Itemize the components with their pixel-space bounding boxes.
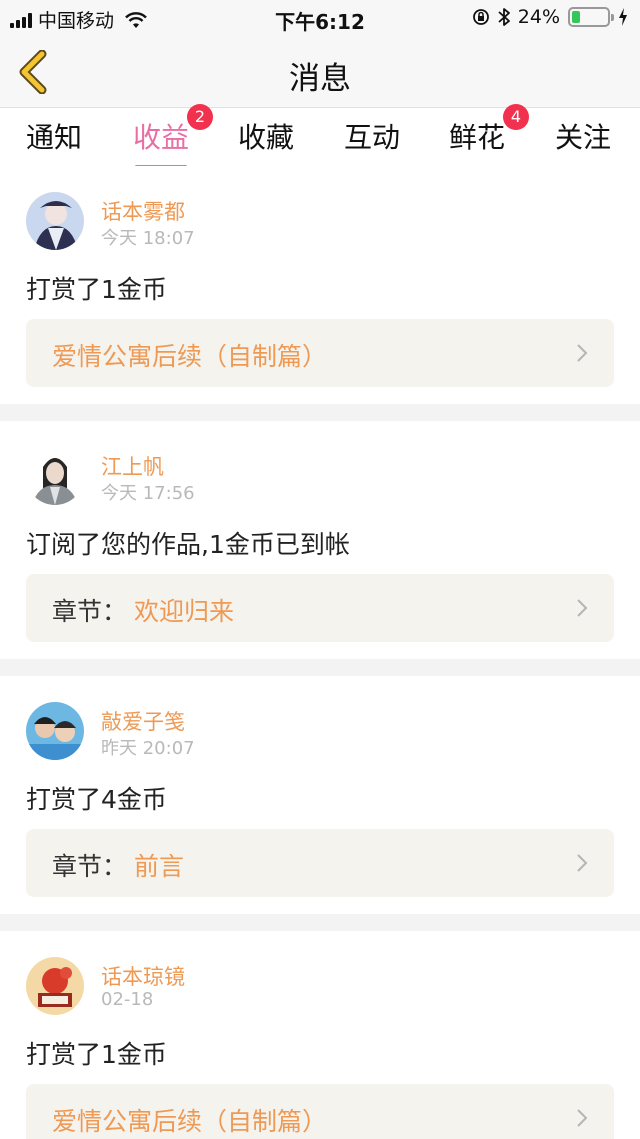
charging-bolt-icon [619, 8, 627, 26]
chevron-right-icon [577, 1109, 588, 1127]
message-card: 话本琼镜 02-18 打赏了1金币 爱情公寓后续（自制篇） [0, 931, 640, 1139]
message-time: 02-18 [101, 989, 154, 1010]
unread-badge: 4 [503, 104, 530, 130]
message-text: 打赏了1金币 [26, 275, 167, 304]
status-right: 24% [472, 6, 628, 28]
work-link[interactable]: 爱情公寓后续（自制篇） [26, 319, 614, 387]
separator [0, 914, 640, 931]
tab-favorites[interactable]: 收藏 [238, 116, 294, 156]
chapter-prefix: 章节： [52, 852, 128, 881]
message-text: 订阅了您的作品,1金币已到帐 [26, 530, 350, 559]
user-name[interactable]: 敲爱子笺 [101, 706, 185, 736]
chevron-right-icon [577, 854, 588, 872]
chapter-link[interactable]: 章节： 前言 [26, 829, 614, 897]
page-title: 消息 [289, 61, 351, 97]
tab-earnings[interactable]: 收益 2 [133, 104, 214, 168]
tab-notifications[interactable]: 通知 [26, 116, 82, 156]
user-name[interactable]: 江上帆 [101, 451, 164, 481]
message-card: 江上帆 今天 17:56 订阅了您的作品,1金币已到帐 章节： 欢迎归来 [0, 421, 640, 659]
chevron-right-icon [577, 599, 588, 617]
tab-label: 收藏 [238, 121, 295, 154]
rotation-lock-icon [472, 9, 489, 25]
message-time: 今天 18:07 [101, 228, 195, 249]
work-title: 爱情公寓后续（自制篇） [52, 342, 328, 371]
tab-label: 互动 [344, 121, 401, 154]
tab-interactions[interactable]: 互动 [344, 116, 400, 156]
battery-icon [568, 7, 614, 27]
message-text: 打赏了4金币 [26, 785, 167, 814]
nav-bar: 消息 [0, 36, 640, 108]
tab-label: 通知 [26, 121, 83, 154]
avatar[interactable] [26, 957, 84, 1015]
bluetooth-icon [498, 8, 510, 26]
battery-fill [572, 11, 580, 23]
avatar[interactable] [26, 447, 84, 505]
work-link[interactable]: 爱情公寓后续（自制篇） [26, 1084, 614, 1139]
tab-label: 关注 [555, 121, 612, 154]
chapter-prefix: 章节： [52, 597, 128, 626]
message-time: 今天 17:56 [101, 483, 195, 504]
message-text: 打赏了1金币 [26, 1040, 167, 1069]
message-card: 话本雾都 今天 18:07 打赏了1金币 爱情公寓后续（自制篇） [0, 166, 640, 404]
chapter-title: 前言 [134, 852, 185, 881]
avatar[interactable] [26, 702, 84, 760]
tab-label: 收益 [133, 121, 190, 154]
message-card: 敲爱子笺 昨天 20:07 打赏了4金币 章节： 前言 [0, 676, 640, 914]
unread-badge: 2 [187, 104, 214, 130]
user-name[interactable]: 话本琼镜 [101, 961, 185, 991]
battery-percent: 24% [517, 6, 560, 28]
tab-flowers[interactable]: 鲜花 4 [449, 104, 530, 156]
tab-following[interactable]: 关注 [555, 116, 611, 156]
separator [0, 659, 640, 676]
message-time: 昨天 20:07 [101, 738, 195, 759]
message-list: 话本雾都 今天 18:07 打赏了1金币 爱情公寓后续（自制篇） 江上帆 今天 … [0, 166, 640, 1139]
work-title: 爱情公寓后续（自制篇） [52, 1107, 328, 1136]
chapter-link[interactable]: 章节： 欢迎归来 [26, 574, 614, 642]
separator [0, 404, 640, 421]
chapter-title: 欢迎归来 [134, 597, 235, 626]
chevron-right-icon [577, 344, 588, 362]
avatar[interactable] [26, 192, 84, 250]
status-bar: 中国移动 下午6:12 24% [0, 0, 640, 36]
tab-bar: 通知 收益 2 收藏 互动 鲜花 4 关注 [0, 104, 640, 168]
tab-label: 鲜花 [449, 121, 506, 154]
user-name[interactable]: 话本雾都 [101, 196, 185, 226]
